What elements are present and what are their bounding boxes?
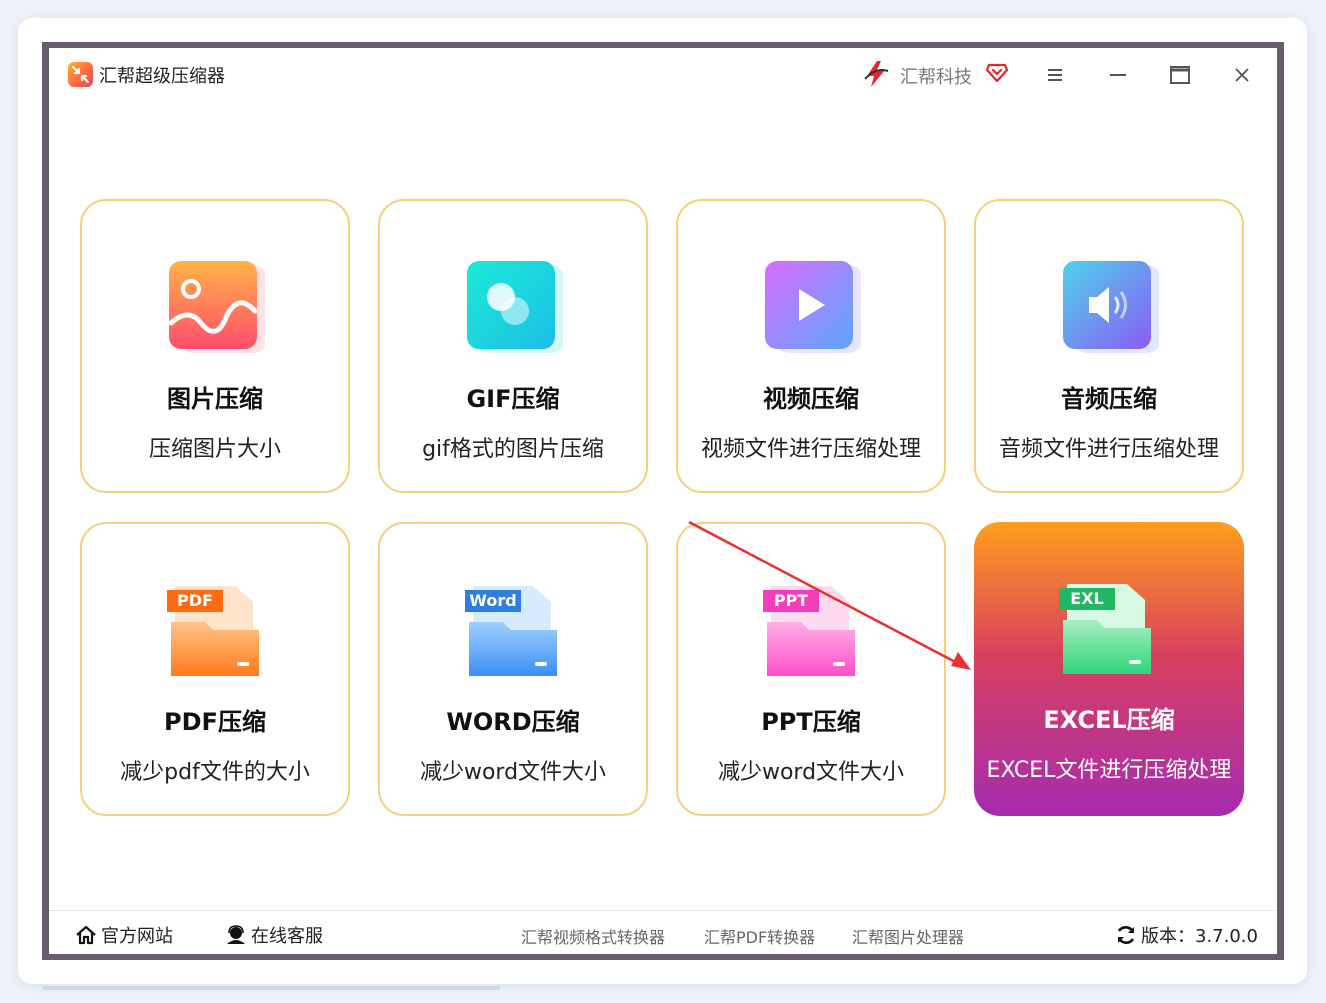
footer-bar: 官方网站 在线客服 汇帮视频格式转换器 汇帮PDF转换器 汇帮图片处理器 版本：…	[49, 910, 1277, 954]
app-title: 汇帮超级压缩器	[99, 66, 225, 87]
card-audio-compress[interactable]: 音频压缩 音频文件进行压缩处理	[974, 199, 1244, 493]
file-type-badge: Word	[469, 591, 517, 610]
official-site-link[interactable]: 官方网站	[75, 922, 173, 948]
card-title: PPT压缩	[761, 708, 861, 736]
close-icon[interactable]	[1231, 64, 1253, 86]
product-link-pdf-converter[interactable]: 汇帮PDF转换器	[704, 924, 815, 948]
card-title: 图片压缩	[167, 385, 263, 413]
card-gif-compress[interactable]: GIF压缩 gif格式的图片压缩	[378, 199, 648, 493]
card-title: EXCEL压缩	[1043, 706, 1175, 734]
card-title: 音频压缩	[1061, 385, 1157, 413]
version-label: 版本：3.7.0.0	[1141, 926, 1258, 947]
card-desc: 减少word文件大小	[419, 760, 607, 785]
brand-logo-icon	[864, 61, 889, 87]
video-play-icon	[765, 261, 861, 353]
card-title: GIF压缩	[466, 385, 560, 413]
card-excel-compress[interactable]: EXL EXCEL压缩 EXCEL文件进行压缩处理	[974, 522, 1244, 816]
product-link-image-processor[interactable]: 汇帮图片处理器	[852, 924, 964, 948]
refresh-icon	[1117, 926, 1135, 944]
online-service-label: 在线客服	[251, 926, 323, 947]
card-image-compress[interactable]: 图片压缩 压缩图片大小	[80, 199, 350, 493]
maximize-icon[interactable]	[1169, 64, 1191, 86]
app-logo-icon	[68, 62, 93, 87]
image-icon	[168, 261, 265, 353]
online-service-link[interactable]: 在线客服	[225, 922, 323, 948]
card-desc: 压缩图片大小	[148, 437, 281, 462]
file-type-badge: EXL	[1070, 589, 1104, 608]
app-window: 汇帮超级压缩器 汇帮科技 图片压缩 压缩图片大小 GIF压缩 gif格式的图片压…	[49, 48, 1277, 954]
version-info[interactable]: 版本：3.7.0.0	[1115, 922, 1258, 948]
file-type-badge: PDF	[177, 591, 213, 610]
scroll-strip	[42, 986, 500, 990]
audio-speaker-icon	[1063, 261, 1159, 353]
card-title: 视频压缩	[763, 385, 859, 413]
annotation-arrow	[688, 520, 971, 670]
card-desc: gif格式的图片压缩	[422, 437, 604, 462]
card-title: PDF压缩	[164, 708, 266, 736]
card-pdf-compress[interactable]: PDF PDF压缩 减少pdf文件的大小	[80, 522, 350, 816]
home-icon	[76, 925, 96, 945]
card-desc: 音频文件进行压缩处理	[998, 437, 1219, 462]
card-word-compress[interactable]: Word WORD压缩 减少word文件大小	[378, 522, 648, 816]
vip-diamond-icon[interactable]	[985, 60, 1009, 84]
product-link-video-converter[interactable]: 汇帮视频格式转换器	[521, 924, 665, 948]
card-desc: 视频文件进行压缩处理	[700, 437, 921, 462]
menu-icon[interactable]	[1044, 64, 1066, 86]
official-site-label: 官方网站	[101, 926, 173, 947]
card-video-compress[interactable]: 视频压缩 视频文件进行压缩处理	[676, 199, 946, 493]
file-type-badge: PPT	[773, 591, 809, 610]
card-desc: EXCEL文件进行压缩处理	[986, 758, 1232, 783]
minimize-icon[interactable]	[1107, 64, 1129, 86]
gif-icon	[467, 261, 563, 353]
card-desc: 减少word文件大小	[717, 760, 905, 785]
customer-service-icon	[227, 925, 245, 944]
title-bar: 汇帮超级压缩器 汇帮科技	[49, 48, 1277, 104]
card-title: WORD压缩	[446, 708, 580, 736]
card-desc: 减少pdf文件的大小	[120, 760, 310, 785]
card-ppt-compress[interactable]: PPT PPT压缩 减少word文件大小	[676, 522, 946, 816]
brand-name: 汇帮科技	[900, 67, 972, 88]
